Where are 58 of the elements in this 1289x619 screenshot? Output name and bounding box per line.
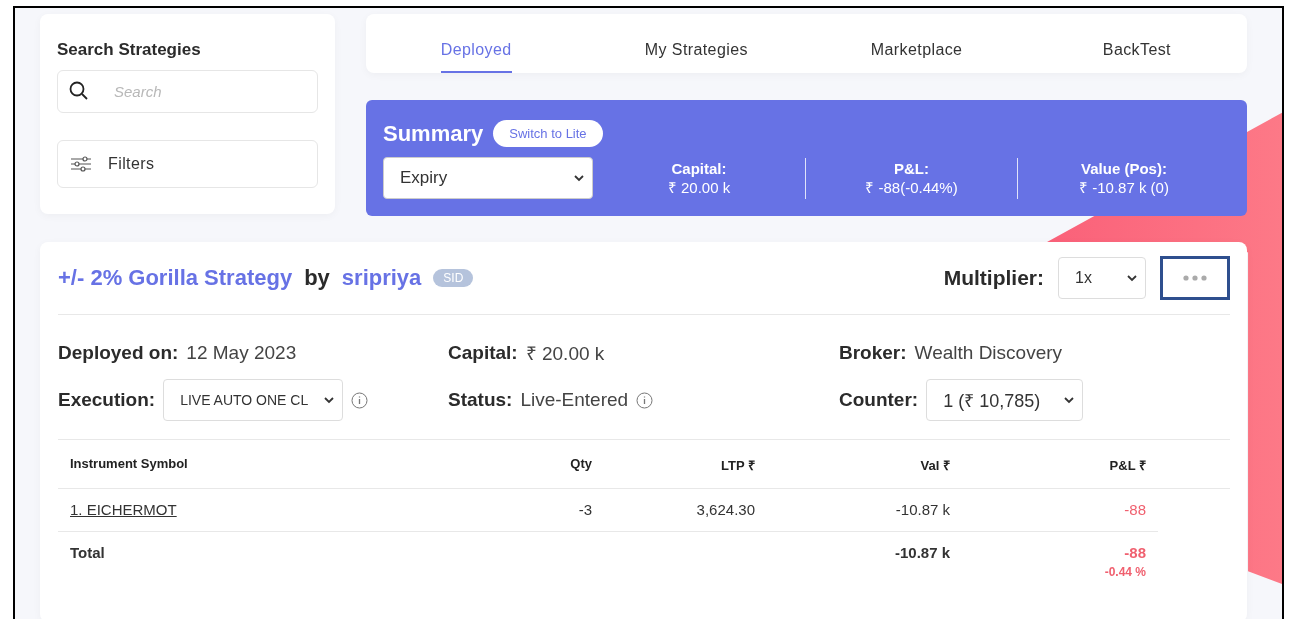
stat-value: ₹ -88(-0.44%) <box>865 177 958 197</box>
table-cell-text: -10.87 k <box>894 501 950 518</box>
field-label: Status: <box>448 389 513 411</box>
author-name: sripriya <box>341 265 422 291</box>
field-label: Capital: <box>448 342 518 364</box>
switch-button[interactable]: Switch to Lite <box>493 120 603 147</box>
field-label: Deployed on: <box>58 342 179 364</box>
search-field[interactable]: Search <box>57 70 318 113</box>
sliders-icon <box>70 156 92 172</box>
stat-label: Value (Pos): <box>1081 159 1167 177</box>
search-icon <box>69 81 89 101</box>
chevron-down-icon <box>324 396 335 404</box>
table-cell-text: -88 <box>1123 501 1146 518</box>
column-header: Instrument Symbol <box>70 456 189 471</box>
more-button[interactable] <box>1160 256 1230 300</box>
strategy-name: +/- 2% Gorilla Strategy <box>58 265 293 291</box>
dropdown[interactable]: LIVE AUTO ONE CL <box>163 379 344 421</box>
column-header: Qty <box>569 456 592 471</box>
tag: SID <box>433 269 474 287</box>
panel-title: Search Strategies <box>57 40 202 60</box>
table-cell-text: 3,624.30 <box>695 501 755 518</box>
filters-button[interactable]: Filters <box>57 140 318 188</box>
more-icon <box>1183 275 1207 281</box>
tab[interactable]: BackTest <box>1102 14 1171 73</box>
tab[interactable]: Marketplace <box>870 14 963 73</box>
chevron-down-icon <box>1127 274 1137 282</box>
summary-title: Summary <box>383 120 484 147</box>
instrument-link[interactable]: 1. EICHERMOT <box>70 501 177 518</box>
multiplier-label: Multiplier: <box>943 266 1044 290</box>
dropdown[interactable]: 1 (₹ 10,785) <box>926 379 1084 421</box>
info-icon <box>636 391 654 409</box>
stat-value: ₹ -10.87 k (0) <box>1079 177 1169 197</box>
field-label: Counter: <box>839 389 919 411</box>
by-text: by <box>304 265 330 291</box>
field-label: Broker: <box>839 342 907 364</box>
percent-text: -0.44 % <box>1104 565 1146 579</box>
column-header: Val ₹ <box>919 457 950 474</box>
stat-value: ₹ 20.00 k <box>667 177 731 197</box>
multiplier-dropdown[interactable]: 1x <box>1058 257 1146 299</box>
field-value: Live-Entered <box>520 389 629 411</box>
tab[interactable]: My Strategies <box>644 14 748 73</box>
chevron-down-icon <box>574 174 584 182</box>
field-label: Execution: <box>58 389 156 411</box>
column-header: P&L ₹ <box>1108 457 1146 474</box>
expiry-dropdown[interactable]: Expiry <box>383 157 593 199</box>
field-value: 12 May 2023 <box>186 342 297 364</box>
info-icon <box>351 391 369 409</box>
tab[interactable]: Deployed <box>440 14 512 73</box>
total-label: Total <box>70 544 106 561</box>
chevron-down-icon <box>1064 396 1075 404</box>
field-value: Wealth Discovery <box>914 342 1063 364</box>
field-value: ₹ 20.00 k <box>525 342 605 366</box>
table-cell-text: -3 <box>577 501 592 518</box>
table-cell-text: -10.87 k <box>893 544 950 561</box>
stat-label: Capital: <box>671 159 727 177</box>
table-cell: -88 <box>1124 544 1146 561</box>
column-header: LTP ₹ <box>720 457 755 474</box>
stat-label: P&L: <box>894 159 929 177</box>
